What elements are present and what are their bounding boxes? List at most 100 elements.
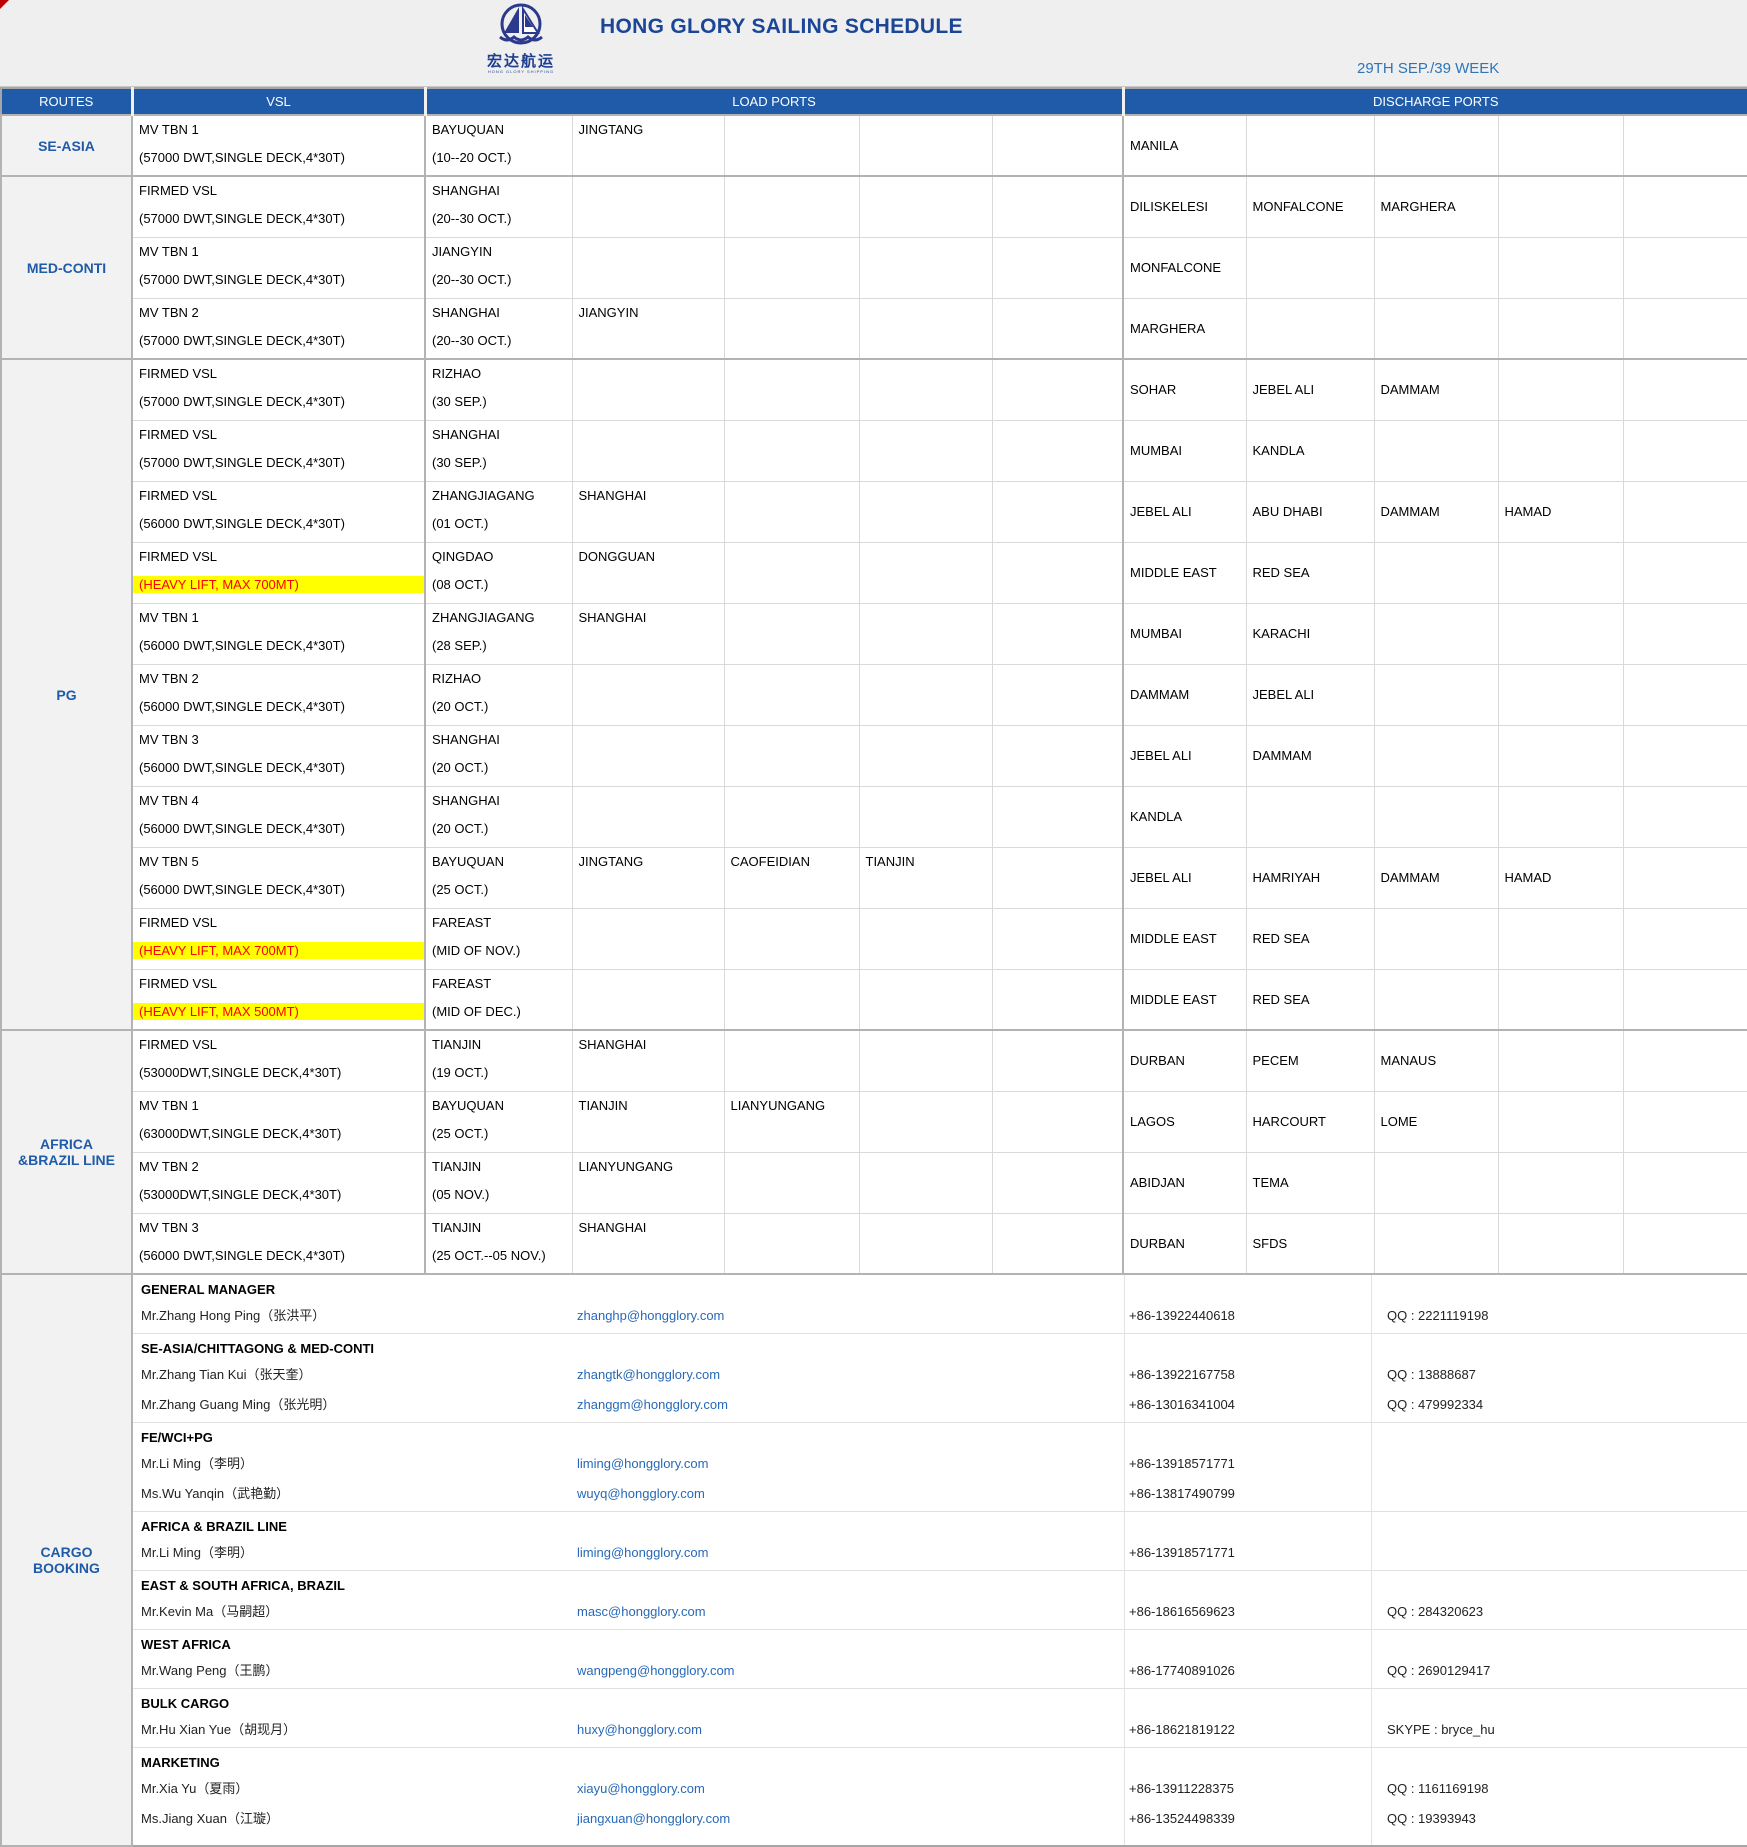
load-port-name: TIANJIN (432, 1158, 566, 1175)
load-port-cell (859, 298, 992, 359)
load-port-name: QINGDAO (432, 548, 566, 565)
vessel-cell: MV TBN 1(56000 DWT,SINGLE DECK,4*30T) (132, 603, 425, 664)
discharge-port-cell: MARGHERA (1374, 176, 1498, 237)
contact-name: Mr.Zhang Tian Kui（张天奎） (141, 1360, 312, 1390)
load-port-date: (20--30 OCT.) (432, 271, 566, 288)
discharge-port-cell (1623, 725, 1747, 786)
vessel-cell: FIRMED VSL(HEAVY LIFT, MAX 500MT) (132, 969, 425, 1030)
discharge-port-cell (1498, 725, 1623, 786)
load-port-cell (992, 1030, 1123, 1091)
contact-email-link[interactable]: jiangxuan@hongglory.com (577, 1804, 730, 1834)
sailboat-logo-icon (492, 3, 550, 49)
discharge-port-cell (1623, 542, 1747, 603)
vessel-name: MV TBN 1 (139, 1097, 418, 1114)
load-port-cell: SHANGHAI(20--30 OCT.) (425, 298, 572, 359)
load-port-cell (572, 725, 724, 786)
discharge-port-cell (1623, 481, 1747, 542)
vessel-cell: FIRMED VSL(53000DWT,SINGLE DECK,4*30T) (132, 1030, 425, 1091)
schedule-row: MV TBN 1(63000DWT,SINGLE DECK,4*30T)BAYU… (1, 1091, 1747, 1152)
discharge-port-cell (1498, 969, 1623, 1030)
load-port-cell: TIANJIN (25 OCT.--05 NOV.) (425, 1213, 572, 1274)
load-port-date: (20 OCT.) (432, 698, 566, 715)
discharge-port-cell: DURBAN (1123, 1213, 1246, 1274)
contact-email-link[interactable]: masc@hongglory.com (577, 1597, 706, 1627)
vessel-cell: MV TBN 5(56000 DWT,SINGLE DECK,4*30T) (132, 847, 425, 908)
load-port-cell (572, 176, 724, 237)
discharge-port-cell (1246, 237, 1374, 298)
contact-phone: +86-18616569623 (1129, 1597, 1235, 1627)
discharge-port-cell (1374, 603, 1498, 664)
load-port-date: (25 OCT.) (432, 1125, 566, 1142)
discharge-port-cell: MIDDLE EAST (1123, 542, 1246, 603)
load-port-name: FAREAST (432, 914, 566, 931)
load-port-cell (572, 969, 724, 1030)
contact-email-link[interactable]: wangpeng@hongglory.com (577, 1656, 735, 1686)
discharge-port-cell (1498, 420, 1623, 481)
contact-email-link[interactable]: zhanggm@hongglory.com (577, 1390, 728, 1420)
vessel-name: MV TBN 3 (139, 731, 418, 748)
booking-group: AFRICA & BRAZIL LINEMr.Li Ming（李明）liming… (133, 1512, 1747, 1571)
schedule-row: AFRICA &BRAZIL LINEFIRMED VSL(53000DWT,S… (1, 1030, 1747, 1091)
logo-chinese-text: 宏达航运 (478, 54, 564, 69)
load-port-cell (859, 420, 992, 481)
discharge-port-cell (1498, 1030, 1623, 1091)
load-port-cell (859, 1030, 992, 1091)
contact-phone: +86-17740891026 (1129, 1656, 1235, 1686)
vessel-cell: MV TBN 3(56000 DWT,SINGLE DECK,4*30T) (132, 1213, 425, 1274)
discharge-port-cell: ABU DHABI (1246, 481, 1374, 542)
load-port-cell (992, 969, 1123, 1030)
contact-name: Ms.Wu Yanqin（武艳勤） (141, 1479, 289, 1509)
contact-email-link[interactable]: liming@hongglory.com (577, 1449, 708, 1479)
discharge-port-cell (1246, 786, 1374, 847)
contact-email-link[interactable]: zhangtk@hongglory.com (577, 1360, 720, 1390)
vessel-spec: (56000 DWT,SINGLE DECK,4*30T) (139, 881, 418, 898)
load-port-cell: JIANGYIN(20--30 OCT.) (425, 237, 572, 298)
load-port-cell: ZHANGJIAGANG(28 SEP.) (425, 603, 572, 664)
vessel-cell: MV TBN 3(56000 DWT,SINGLE DECK,4*30T) (132, 725, 425, 786)
contact-name: Mr.Zhang Guang Ming（张光明） (141, 1390, 335, 1420)
load-port-cell: TIANJIN (572, 1091, 724, 1152)
discharge-port-cell (1374, 664, 1498, 725)
vessel-name: FIRMED VSL (139, 487, 418, 504)
load-port-name: LIANYUNGANG (579, 1158, 718, 1175)
contact-email-link[interactable]: xiayu@hongglory.com (577, 1774, 705, 1804)
load-port-date: (20 OCT.) (432, 820, 566, 837)
contact-email-link[interactable]: wuyq@hongglory.com (577, 1479, 705, 1509)
load-port-date: (20--30 OCT.) (432, 210, 566, 227)
contact-email-link[interactable]: zhanghp@hongglory.com (577, 1301, 724, 1331)
load-port-name: ZHANGJIAGANG (432, 609, 566, 626)
discharge-port-cell (1623, 176, 1747, 237)
vessel-cell: FIRMED VSL(57000 DWT,SINGLE DECK,4*30T) (132, 359, 425, 420)
load-port-date: (25 OCT.--05 NOV.) (432, 1247, 566, 1264)
load-port-cell: TIANJIN(05 NOV.) (425, 1152, 572, 1213)
load-port-cell: SHANGHAI (572, 1030, 724, 1091)
vessel-cell: MV TBN 4(56000 DWT,SINGLE DECK,4*30T) (132, 786, 425, 847)
load-port-name: SHANGHAI (432, 731, 566, 748)
schedule-row: MV TBN 2(53000DWT,SINGLE DECK,4*30T)TIAN… (1, 1152, 1747, 1213)
discharge-port-cell (1623, 1030, 1747, 1091)
load-port-cell: LIANYUNGANG (572, 1152, 724, 1213)
load-port-name: TIANJIN (432, 1219, 566, 1236)
contact-email-link[interactable]: huxy@hongglory.com (577, 1715, 702, 1745)
logo-english-text: HONG GLORY SHIPPING (478, 70, 564, 74)
contact-phone: +86-13922440618 (1129, 1301, 1235, 1331)
discharge-port-cell (1498, 237, 1623, 298)
contact-phone: +86-13918571771 (1129, 1449, 1235, 1479)
load-port-name: SHANGHAI (579, 1219, 718, 1236)
vessel-name: FIRMED VSL (139, 548, 418, 565)
vessel-spec: (57000 DWT,SINGLE DECK,4*30T) (139, 271, 418, 288)
contact-email-link[interactable]: liming@hongglory.com (577, 1538, 708, 1568)
schedule-row: MV TBN 3(56000 DWT,SINGLE DECK,4*30T)SHA… (1, 725, 1747, 786)
load-port-cell (724, 1152, 859, 1213)
load-port-cell (724, 176, 859, 237)
load-port-name: SHANGHAI (579, 487, 718, 504)
load-port-cell (992, 359, 1123, 420)
load-port-cell: SHANGHAI(20 OCT.) (425, 725, 572, 786)
load-port-cell (724, 725, 859, 786)
load-port-cell (992, 237, 1123, 298)
discharge-port-cell (1374, 542, 1498, 603)
contact-row: Mr.Zhang Hong Ping（张洪平）zhanghp@hongglory… (133, 1301, 1747, 1331)
column-header-discharge-ports: DISCHARGE PORTS (1123, 88, 1747, 115)
vessel-cell: FIRMED VSL(HEAVY LIFT, MAX 700MT) (132, 542, 425, 603)
load-port-cell (992, 176, 1123, 237)
